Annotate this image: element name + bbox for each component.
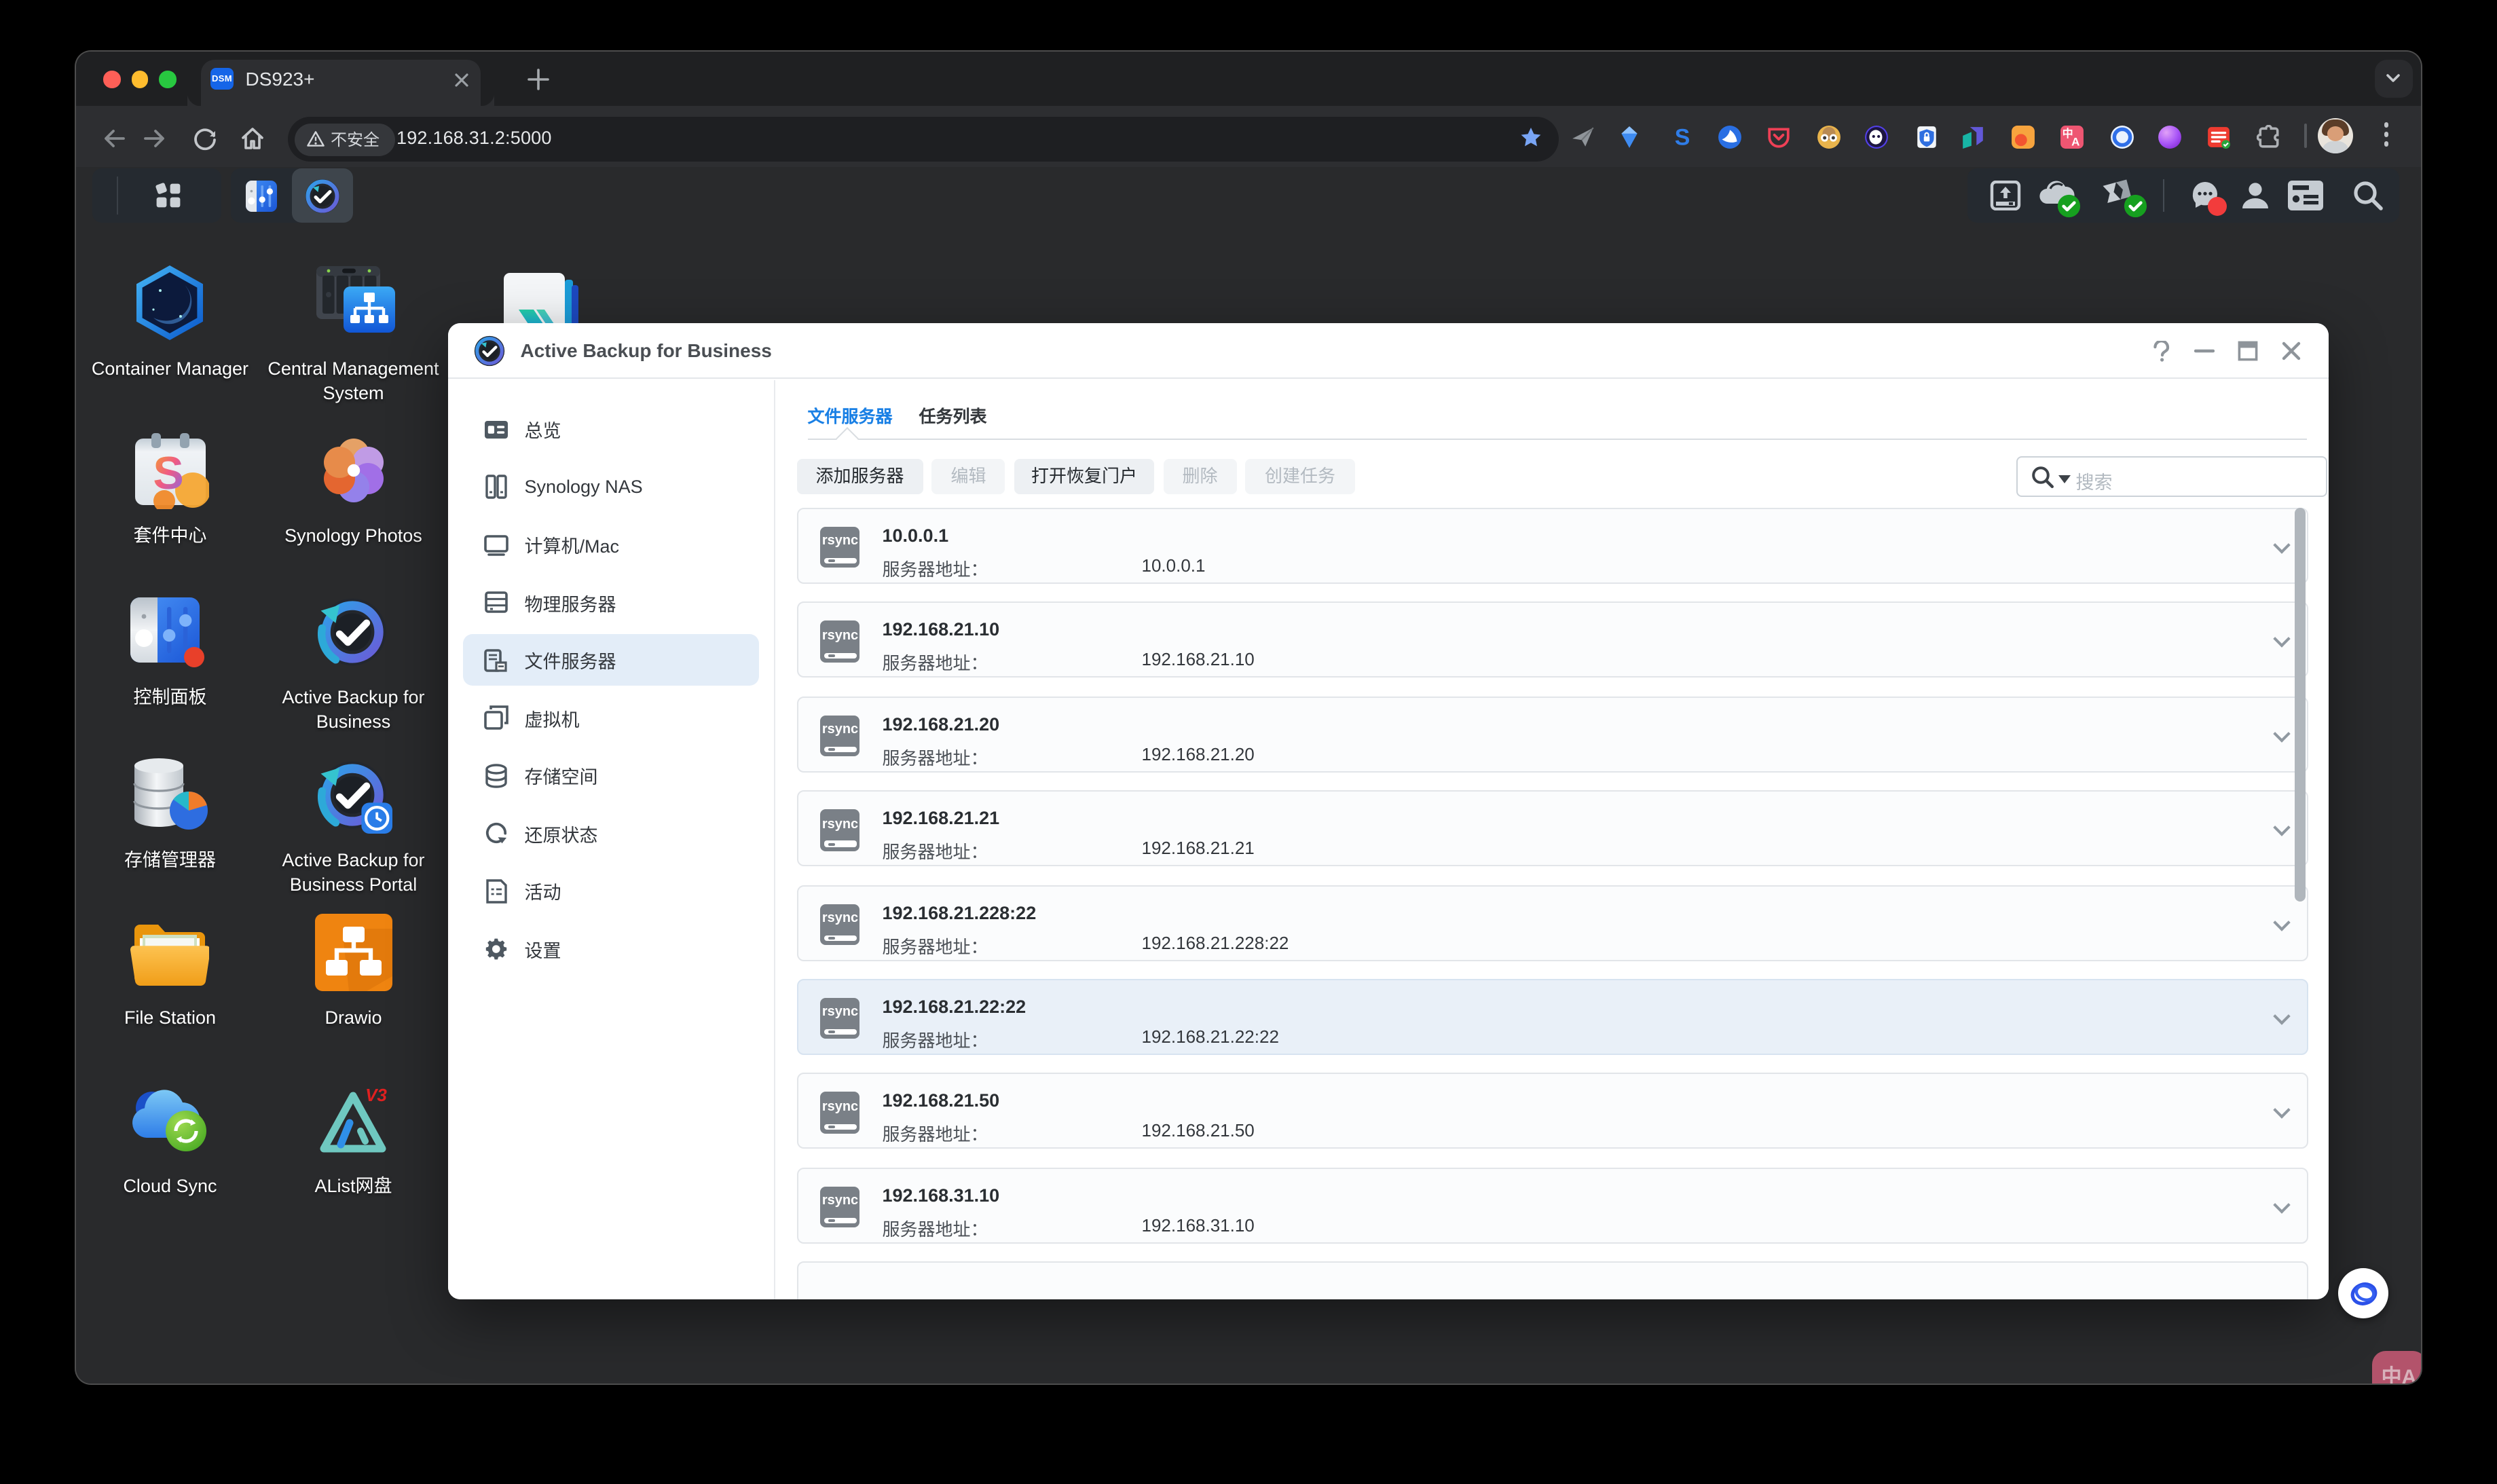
svg-text:V3: V3 xyxy=(365,1084,387,1105)
svg-text:A: A xyxy=(2071,136,2079,149)
svg-text:S: S xyxy=(153,447,183,498)
svg-text:S: S xyxy=(1674,125,1690,149)
